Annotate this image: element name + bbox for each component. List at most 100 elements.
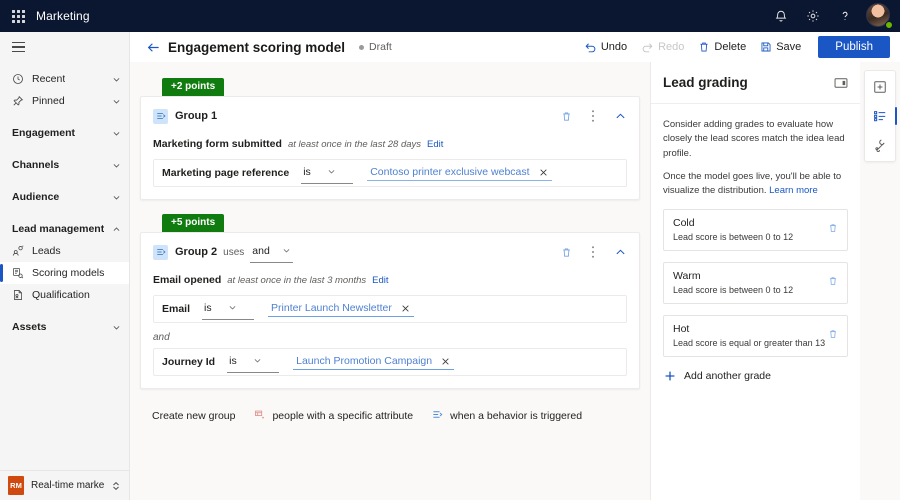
- condition-operator-select[interactable]: is: [202, 298, 255, 320]
- sidebar-item-label: Qualification: [32, 289, 90, 301]
- behavior-trigger-icon: [153, 108, 168, 124]
- sidebar-group-assets[interactable]: Assets: [0, 316, 129, 338]
- behavior-trigger-icon: [432, 407, 443, 425]
- grade-name: Cold: [673, 217, 695, 230]
- sidebar-group-label: Channels: [12, 159, 60, 171]
- trigger-edit-link[interactable]: Edit: [427, 139, 443, 150]
- grade-card[interactable]: Warm Lead score is between 0 to 12: [663, 262, 848, 305]
- chevron-down-icon[interactable]: [112, 193, 121, 202]
- sidebar-group-lead-management[interactable]: Lead management: [0, 218, 129, 240]
- publish-button[interactable]: Publish: [818, 36, 890, 58]
- create-group-behavior-option[interactable]: when a behavior is triggered: [432, 407, 582, 425]
- settings-tools-icon[interactable]: [867, 132, 893, 158]
- grade-name: Hot: [673, 323, 690, 336]
- undo-button[interactable]: Undo: [577, 37, 634, 58]
- sidebar-item-recent[interactable]: Recent: [0, 68, 129, 90]
- grade-description: Lead score is between 0 to 12: [673, 285, 794, 296]
- group-more-options-icon[interactable]: [586, 244, 600, 260]
- back-arrow-icon[interactable]: [142, 36, 164, 58]
- grade-card[interactable]: Hot Lead score is equal or greater than …: [663, 315, 848, 358]
- collapse-group-chevron-icon[interactable]: [613, 244, 627, 260]
- presence-indicator: [885, 21, 893, 29]
- condition-value-chip[interactable]: Launch Promotion Campaign: [293, 354, 455, 370]
- delete-group-icon[interactable]: [559, 244, 573, 260]
- condition-operator-select[interactable]: is: [301, 162, 354, 184]
- delete-group-icon[interactable]: [559, 108, 573, 124]
- list-properties-icon[interactable]: [867, 103, 897, 129]
- add-another-grade-button[interactable]: Add another grade: [663, 370, 848, 382]
- collapse-panel-icon[interactable]: [834, 77, 848, 89]
- condition-operator-value: is: [229, 355, 237, 367]
- chevron-down-icon[interactable]: [112, 323, 121, 332]
- app-root: Marketing Recent Pinned Engagement Chann…: [0, 0, 900, 500]
- sidebar-item-label: Pinned: [32, 95, 65, 107]
- close-icon[interactable]: [441, 357, 450, 366]
- sidebar-group-audience[interactable]: Audience: [0, 186, 129, 208]
- sidebar-item-scoring-models[interactable]: Scoring models: [0, 262, 129, 284]
- condition-operator-select[interactable]: is: [227, 351, 280, 373]
- help-question-icon[interactable]: [830, 1, 860, 31]
- lead-grading-body: Consider adding grades to evaluate how c…: [651, 104, 860, 382]
- delete-button[interactable]: Delete: [691, 37, 753, 57]
- trigger-frequency: at least once in the last 28 days: [287, 139, 422, 150]
- main-canvas: +2 points Group 1 Marketing form submitt…: [130, 62, 900, 500]
- create-new-group-row: Create new group people with a specific …: [140, 407, 640, 425]
- save-button[interactable]: Save: [753, 37, 808, 57]
- chevron-down-icon[interactable]: [112, 97, 121, 106]
- delete-grade-icon[interactable]: [828, 323, 838, 339]
- sidebar-item-leads[interactable]: Leads: [0, 240, 129, 262]
- redo-button[interactable]: Redo: [634, 37, 691, 58]
- sidebar-group-channels[interactable]: Channels: [0, 154, 129, 176]
- leads-icon: [12, 245, 28, 257]
- grade-description: Lead score is equal or greater than 13: [673, 338, 826, 349]
- sidebar-toggle-icon[interactable]: [0, 32, 129, 62]
- group-more-options-icon[interactable]: [586, 108, 600, 124]
- builder-inner: +2 points Group 1 Marketing form submitt…: [140, 76, 640, 425]
- condition-value-chip[interactable]: Contoso printer exclusive webcast: [367, 165, 552, 181]
- switcher-caret-icon[interactable]: [111, 481, 121, 491]
- create-group-behavior-label: when a behavior is triggered: [450, 410, 583, 422]
- grade-card[interactable]: Cold Lead score is between 0 to 12: [663, 209, 848, 252]
- avatar[interactable]: [866, 3, 893, 29]
- create-group-attribute-option[interactable]: people with a specific attribute: [254, 407, 413, 425]
- learn-more-link[interactable]: Learn more: [769, 185, 818, 196]
- app-launcher-icon[interactable]: [0, 9, 36, 23]
- condition-attribute: Email: [162, 303, 191, 315]
- environment-switcher[interactable]: RM Real-time marketi...: [0, 470, 129, 500]
- close-icon[interactable]: [401, 304, 410, 313]
- group-card: Group 1 Marketing form submitted at leas…: [140, 96, 640, 200]
- pin-icon: [12, 95, 28, 107]
- sidebar-item-label: Recent: [32, 73, 66, 85]
- condition-value-chip[interactable]: Printer Launch Newsletter: [268, 301, 414, 317]
- condition-value: Printer Launch Newsletter: [271, 302, 392, 314]
- gear-icon[interactable]: [798, 1, 828, 31]
- notification-bell-icon[interactable]: [766, 1, 796, 31]
- condition-row: Journey Id is Launch Promotion Campaign: [153, 348, 627, 376]
- undo-label: Undo: [600, 41, 628, 53]
- add-panel-icon[interactable]: [867, 74, 893, 100]
- grade-text: Hot Lead score is equal or greater than …: [673, 323, 828, 348]
- chevron-down-icon[interactable]: [112, 129, 121, 138]
- delete-grade-icon[interactable]: [828, 270, 838, 286]
- chevron-down-icon[interactable]: [112, 161, 121, 170]
- chevron-down-icon: [253, 352, 262, 370]
- trigger-edit-link[interactable]: Edit: [372, 275, 388, 286]
- create-new-group-label: Create new group: [152, 410, 236, 422]
- sidebar-item-qualification[interactable]: Qualification: [0, 284, 129, 306]
- sidebar-group-engagement[interactable]: Engagement: [0, 122, 129, 144]
- chevron-up-icon[interactable]: [112, 225, 121, 234]
- delete-grade-icon[interactable]: [828, 217, 838, 233]
- group-logic-operator-select[interactable]: and: [250, 241, 293, 263]
- sidebar-group-label: Audience: [12, 191, 60, 203]
- chevron-down-icon: [228, 299, 237, 317]
- group-name: Group 2: [175, 246, 218, 258]
- chevron-down-icon[interactable]: [112, 75, 121, 84]
- add-another-grade-label: Add another grade: [684, 370, 771, 383]
- sidebar-item-pinned[interactable]: Pinned: [0, 90, 129, 112]
- attribute-group-icon: [254, 407, 265, 425]
- collapse-group-chevron-icon[interactable]: [613, 108, 627, 124]
- condition-row: Email is Printer Launch Newsletter: [153, 295, 627, 323]
- close-icon[interactable]: [539, 168, 548, 177]
